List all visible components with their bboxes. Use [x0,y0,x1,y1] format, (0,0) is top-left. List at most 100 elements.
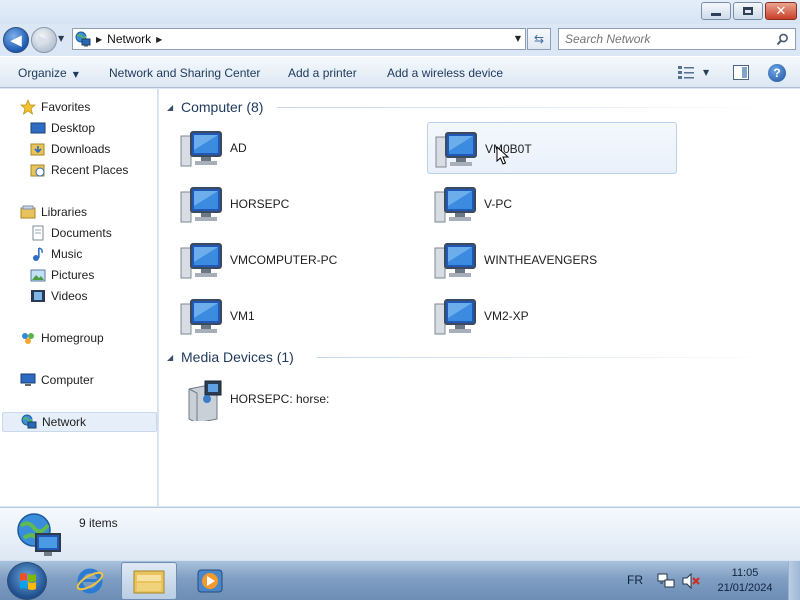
computer-item[interactable]: V-PC [427,178,677,230]
taskbar-internet-explorer[interactable] [62,562,118,600]
back-button[interactable]: ◀ [3,27,29,53]
address-history-dropdown[interactable]: ▼ [515,34,521,43]
libraries-icon [20,205,36,219]
nav-documents[interactable]: Documents [0,223,157,243]
refresh-button[interactable]: ⇆ [527,28,551,50]
computer-icon [434,187,476,223]
clock-time: 11:05 [731,567,759,579]
system-clock[interactable]: 11:05 21/01/2024 [710,566,780,596]
media-server-icon [188,380,222,421]
search-input[interactable] [565,32,775,46]
group-title-media-devices: Media Devices (1) [181,349,294,365]
computer-icon [20,373,36,386]
computer-item[interactable]: VMCOMPUTER-PC [173,234,423,286]
nav-homegroup-label: Homegroup [41,331,104,345]
computer-name: WINTHEAVENGERS [484,253,598,267]
network-globe-icon [17,513,61,556]
breadcrumb-separator-icon[interactable]: ▶ [156,35,162,44]
breadcrumb-separator-icon[interactable]: ▶ [96,35,102,44]
navigation-pane: Favorites Desktop Downloads Recent Place… [0,89,158,506]
group-header-computer[interactable]: ◢ Computer (8) [167,97,787,117]
nav-homegroup[interactable]: Homegroup [0,328,157,348]
nav-downloads[interactable]: Downloads [0,139,157,159]
add-wireless-device-button[interactable]: Add a wireless device [387,66,503,80]
computer-item[interactable]: VM1 [173,290,423,342]
nav-videos-label: Videos [51,289,88,303]
group-divider [317,357,777,358]
computer-item[interactable]: AD [173,122,423,174]
change-view-icon[interactable] [678,66,694,80]
computer-item[interactable]: WINTHEAVENGERS [427,234,677,286]
taskbar-windows-explorer[interactable] [121,562,177,600]
network-icon [21,414,37,429]
forward-button[interactable]: ▶ [31,27,57,53]
nav-recent-places[interactable]: Recent Places [0,160,157,180]
computer-icon [435,132,477,168]
search-icon[interactable] [776,33,789,46]
close-button[interactable]: ✕ [765,2,797,20]
address-bar[interactable]: ▶ Network ▶ ▼ [72,28,526,50]
nav-network[interactable]: Network [2,412,157,432]
media-device-item[interactable]: HORSEPC: horse: [173,373,423,425]
star-icon [20,99,36,115]
nav-music[interactable]: Music [0,244,157,264]
address-row: ◀ ▶ ▼ ▶ Network ▶ ▼ ⇆ [0,24,800,54]
recent-pages-dropdown[interactable]: ▼ [58,34,64,43]
title-bar: ✕ [0,0,800,24]
music-icon [33,247,43,261]
nav-desktop[interactable]: Desktop [0,118,157,138]
nav-recent-places-label: Recent Places [51,163,129,177]
computer-icon [180,187,222,223]
group-header-media-devices[interactable]: ◢ Media Devices (1) [167,347,787,367]
language-indicator[interactable]: FR [627,573,643,587]
computer-item[interactable]: HORSEPC [173,178,423,230]
add-printer-button[interactable]: Add a printer [288,66,357,80]
computer-name: VMCOMPUTER-PC [230,253,338,267]
nav-computer[interactable]: Computer [0,370,157,390]
collapse-chevron-icon: ◢ [167,102,174,112]
nav-computer-label: Computer [41,373,94,387]
computer-icon [180,299,222,335]
downloads-folder-icon [30,143,45,156]
internet-explorer-icon [76,568,104,594]
group-divider [277,107,777,108]
network-sharing-center-button[interactable]: Network and Sharing Center [109,66,260,80]
computer-icon [180,131,222,167]
desktop-icon [30,122,46,134]
taskbar-media-player[interactable] [182,562,238,600]
help-icon[interactable]: ? [768,64,786,82]
computer-icon [434,243,476,279]
media-device-name: HORSEPC: horse: [230,392,330,406]
views-dropdown[interactable]: ▼ [703,68,709,77]
computer-name: HORSEPC [230,197,290,211]
nav-documents-label: Documents [51,226,112,240]
recent-places-icon [30,164,45,177]
minimize-button[interactable] [701,2,731,20]
nav-pictures[interactable]: Pictures [0,265,157,285]
maximize-button[interactable] [733,2,763,20]
back-arrow-icon: ◀ [10,30,22,49]
network-tray-icon[interactable] [657,573,675,589]
explorer-window: ✕ ◀ ▶ ▼ ▶ Network ▶ ▼ ⇆ Organize ▼ [0,0,800,560]
videos-icon [31,290,45,302]
refresh-icon: ⇆ [533,32,545,46]
computer-item[interactable]: VM2-XP [427,290,677,342]
computer-name: VM2-XP [484,309,529,323]
show-desktop-button[interactable] [788,561,800,600]
forward-arrow-icon: ▶ [38,30,50,49]
breadcrumb-network[interactable]: Network [107,32,151,46]
search-box[interactable] [558,28,796,50]
nav-favorites-label: Favorites [41,100,91,114]
preview-pane-icon[interactable] [733,65,749,80]
start-button[interactable] [7,562,47,600]
nav-music-label: Music [51,247,83,261]
windows-logo-icon [20,573,36,590]
organize-button[interactable]: Organize ▼ [18,66,79,80]
nav-favorites[interactable]: Favorites [0,97,157,117]
nav-libraries[interactable]: Libraries [0,202,157,222]
volume-muted-icon[interactable] [682,573,700,589]
nav-videos[interactable]: Videos [0,286,157,306]
computer-item-selected[interactable]: VM0B0T [427,122,677,174]
computer-name: V-PC [484,197,513,211]
computer-name: VM1 [230,309,255,323]
